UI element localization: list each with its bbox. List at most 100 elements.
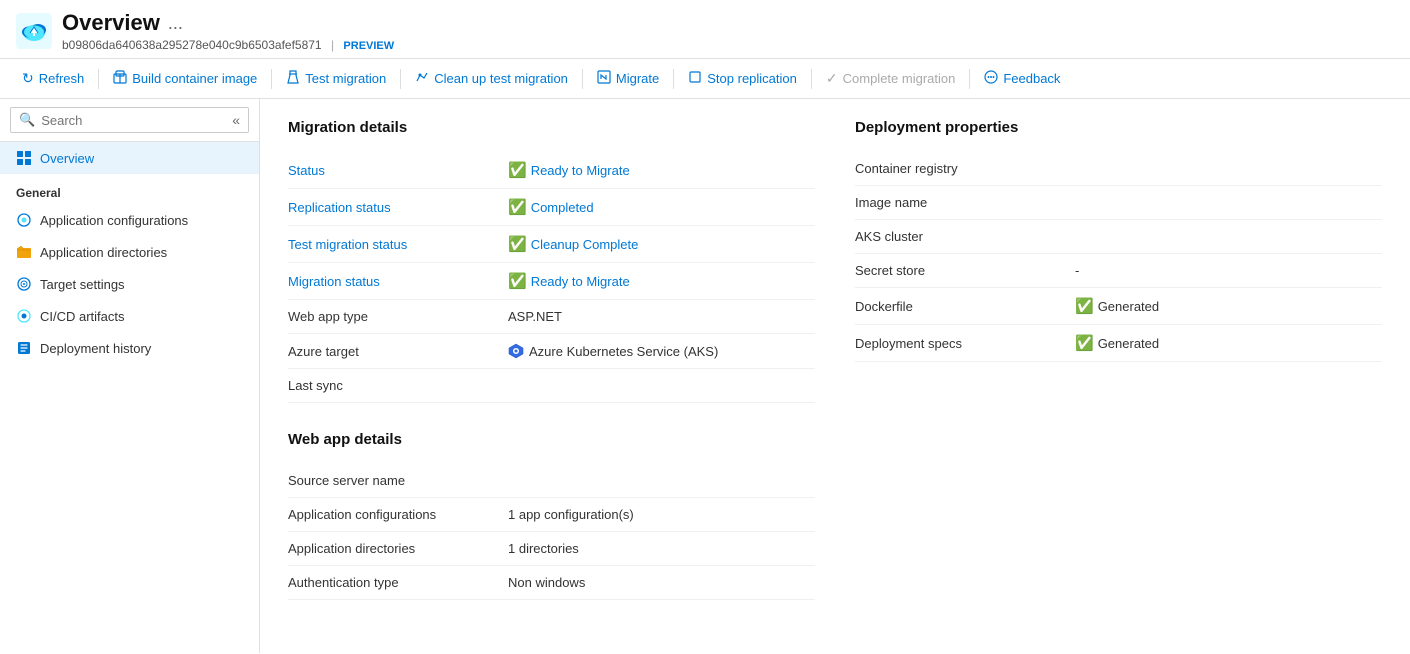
app-dirs-value: 1 directories: [508, 541, 815, 556]
azure-target-row: Azure target Azure Kubernetes Service (A…: [288, 334, 815, 369]
app-directories-icon: [16, 244, 32, 260]
test-migration-button[interactable]: Test migration: [276, 65, 396, 92]
build-label: Build container image: [132, 71, 257, 86]
app-configs-label: Application configurations: [288, 507, 508, 522]
page-title: Overview ...: [62, 10, 1394, 36]
web-app-details-section: Web app details Source server name Appli…: [288, 431, 815, 600]
deployment-properties-title: Deployment properties: [855, 119, 1382, 136]
toolbar-separator-2: [271, 69, 272, 89]
migrate-button[interactable]: Migrate: [587, 65, 669, 92]
migration-badge: ✅ Ready to Migrate: [508, 272, 630, 290]
clean-up-button[interactable]: Clean up test migration: [405, 65, 578, 92]
preview-badge: PREVIEW: [343, 40, 394, 52]
sidebar-deployment-history-label: Deployment history: [40, 341, 151, 356]
container-registry-row: Container registry: [855, 152, 1382, 186]
sidebar-app-directories-label: Application directories: [40, 245, 167, 260]
overview-icon: [16, 150, 32, 166]
test-migration-icon: [286, 70, 300, 87]
deployment-specs-badge: ✅ Generated: [1075, 334, 1159, 352]
complete-migration-button[interactable]: ✓ Complete migration: [816, 65, 965, 92]
more-options-button[interactable]: ...: [168, 13, 183, 34]
azure-target-text: Azure Kubernetes Service (AKS): [529, 344, 718, 359]
migration-status-value: ✅ Ready to Migrate: [508, 272, 815, 290]
search-icon: 🔍: [19, 112, 35, 128]
toolbar: ↻ Refresh Build container image Test mig…: [0, 59, 1410, 99]
sidebar-item-overview[interactable]: Overview: [0, 142, 259, 174]
sidebar-item-deployment-history[interactable]: Deployment history: [0, 332, 259, 364]
test-migration-text: Cleanup Complete: [531, 237, 639, 252]
subtitle-separator: |: [331, 38, 334, 52]
app-configs-value: 1 app configuration(s): [508, 507, 815, 522]
header-title-block: Overview ... b09806da640638a295278e040c9…: [62, 10, 1394, 52]
migration-status-row: Migration status ✅ Ready to Migrate: [288, 263, 815, 300]
migrate-icon: [597, 70, 611, 87]
deployment-specs-text: Generated: [1098, 336, 1159, 351]
cicd-icon: [16, 308, 32, 324]
sidebar-item-target-settings[interactable]: Target settings: [0, 268, 259, 300]
refresh-icon: ↻: [22, 70, 34, 87]
build-container-image-button[interactable]: Build container image: [103, 65, 267, 92]
test-migration-status-label: Test migration status: [288, 237, 508, 252]
aks-cluster-row: AKS cluster: [855, 220, 1382, 254]
sidebar-target-settings-label: Target settings: [40, 277, 125, 292]
status-dot: ✅: [508, 161, 527, 179]
sidebar-cicd-label: CI/CD artifacts: [40, 309, 125, 324]
secret-store-label: Secret store: [855, 263, 1075, 278]
main-content: Migration details Status ✅ Ready to Migr…: [260, 99, 1410, 653]
dockerfile-row: Dockerfile ✅ Generated: [855, 288, 1382, 325]
deployment-specs-label: Deployment specs: [855, 336, 1075, 351]
right-column: Deployment properties Container registry…: [855, 119, 1382, 600]
dockerfile-badge: ✅ Generated: [1075, 297, 1159, 315]
auth-type-value: Non windows: [508, 575, 815, 590]
migration-status-label: Migration status: [288, 274, 508, 289]
last-sync-label: Last sync: [288, 378, 508, 393]
toolbar-separator-4: [582, 69, 583, 89]
feedback-icon: [984, 70, 998, 87]
migrate-label: Migrate: [616, 71, 659, 86]
build-icon: [113, 70, 127, 87]
toolbar-separator-3: [400, 69, 401, 89]
web-app-details-title: Web app details: [288, 431, 815, 448]
sidebar-item-app-directories[interactable]: Application directories: [0, 236, 259, 268]
dockerfile-value: ✅ Generated: [1075, 297, 1382, 315]
refresh-button[interactable]: ↻ Refresh: [12, 65, 94, 92]
page-subtitle: b09806da640638a295278e040c9b6503afef5871…: [62, 38, 1394, 52]
auth-type-label: Authentication type: [288, 575, 508, 590]
status-row: Status ✅ Ready to Migrate: [288, 152, 815, 189]
app-dirs-row: Application directories 1 directories: [288, 532, 815, 566]
collapse-button[interactable]: «: [232, 112, 240, 128]
toolbar-separator-6: [811, 69, 812, 89]
app-icon: [16, 13, 52, 49]
aks-icon: [508, 343, 524, 359]
toolbar-separator-1: [98, 69, 99, 89]
replication-status-value: ✅ Completed: [508, 198, 815, 216]
deployment-specs-row: Deployment specs ✅ Generated: [855, 325, 1382, 362]
web-app-type-label: Web app type: [288, 309, 508, 324]
stop-replication-button[interactable]: Stop replication: [678, 65, 807, 92]
sidebar-overview-label: Overview: [40, 151, 94, 166]
sidebar-search-area: 🔍 «: [0, 99, 259, 142]
container-registry-label: Container registry: [855, 161, 1075, 176]
feedback-button[interactable]: Feedback: [974, 65, 1070, 92]
migration-details-section: Migration details Status ✅ Ready to Migr…: [288, 119, 815, 403]
page-header: Overview ... b09806da640638a295278e040c9…: [0, 0, 1410, 59]
replication-text: Completed: [531, 200, 594, 215]
complete-migration-icon: ✓: [826, 70, 838, 87]
deployment-specs-value: ✅ Generated: [1075, 334, 1382, 352]
dockerfile-dot: ✅: [1075, 297, 1094, 315]
azure-target-label: Azure target: [288, 344, 508, 359]
test-migration-dot: ✅: [508, 235, 527, 253]
main-layout: 🔍 « Overview General Application configu…: [0, 99, 1410, 653]
sidebar-item-cicd-artifacts[interactable]: CI/CD artifacts: [0, 300, 259, 332]
sidebar-item-app-configurations[interactable]: Application configurations: [0, 204, 259, 236]
stop-replication-icon: [688, 70, 702, 87]
aks-cluster-label: AKS cluster: [855, 229, 1075, 244]
dockerfile-text: Generated: [1098, 299, 1159, 314]
app-configs-row: Application configurations 1 app configu…: [288, 498, 815, 532]
target-settings-icon: [16, 276, 32, 292]
search-input[interactable]: [41, 113, 222, 128]
sidebar: 🔍 « Overview General Application configu…: [0, 99, 260, 653]
web-app-type-value: ASP.NET: [508, 309, 815, 324]
complete-migration-label: Complete migration: [843, 71, 956, 86]
azure-target-value: Azure Kubernetes Service (AKS): [508, 343, 815, 359]
